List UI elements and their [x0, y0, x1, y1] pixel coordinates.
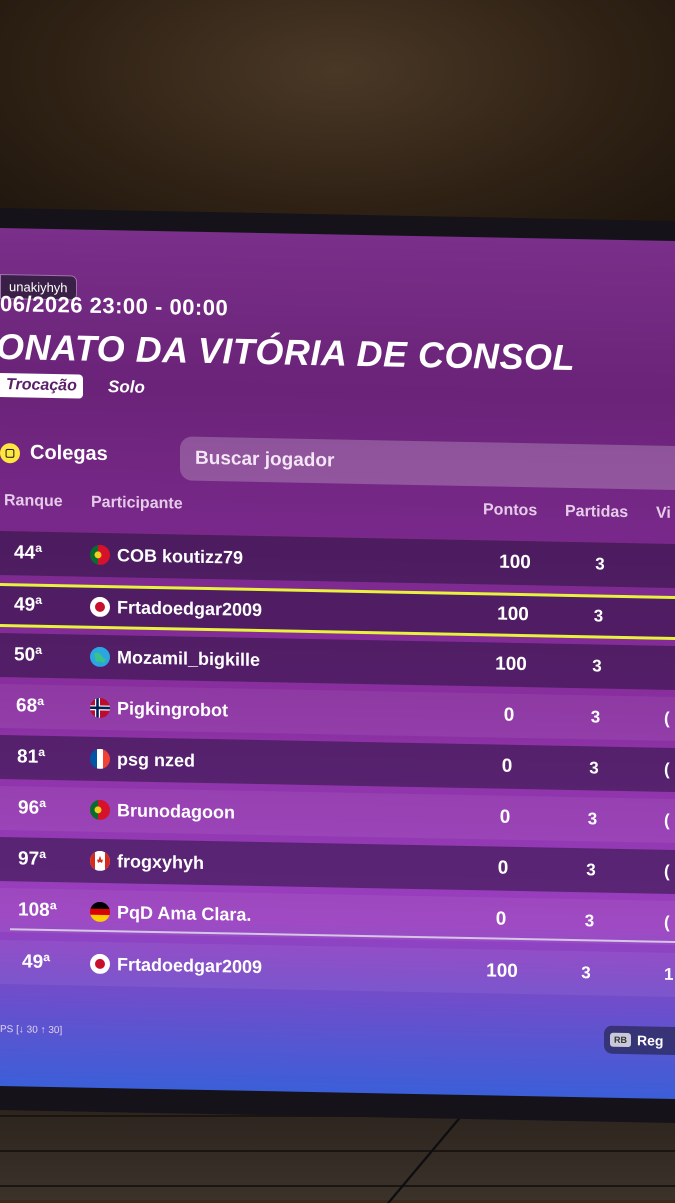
column-participant: Participante — [91, 493, 183, 513]
leaderboard-row[interactable]: 96ª Brunodagoon 0 3 ( — [0, 786, 675, 844]
mode-type: Solo — [108, 377, 145, 397]
norway-flag-icon — [90, 697, 110, 719]
row-wins: ( — [664, 759, 670, 779]
self-matches: 3 — [581, 963, 591, 983]
portugal-flag-icon — [90, 544, 110, 566]
column-rank: Ranque — [4, 492, 63, 511]
row-rank: 50ª — [14, 644, 43, 666]
row-matches: 3 — [586, 860, 596, 880]
column-points: Pontos — [483, 501, 538, 520]
row-rank: 44ª — [14, 542, 43, 564]
row-rank: 97ª — [18, 848, 47, 870]
row-wins: ( — [664, 810, 670, 830]
self-points: 100 — [486, 960, 518, 982]
self-name: Frtadoedgar2009 — [117, 953, 263, 977]
background-wall — [0, 0, 675, 235]
row-participant-name: Pigkingrobot — [117, 697, 228, 720]
row-matches: 3 — [592, 656, 602, 676]
canada-flag-icon — [90, 850, 110, 872]
rules-button-label: Reg — [637, 1032, 664, 1049]
leaderboard-row[interactable]: 108ª PqD Ama Clara. 0 3 ( — [0, 888, 675, 946]
row-participant-name: PqD Ama Clara. — [117, 901, 252, 925]
row-participant-name: frogxyhyh — [117, 850, 205, 873]
row-participant-name: psg nzed — [117, 748, 196, 771]
row-matches: 3 — [590, 707, 601, 727]
controller-key-icon: RB — [610, 1032, 631, 1048]
self-row[interactable]: 49ª Frtadoedgar2009 100 3 1 — [0, 940, 675, 998]
france-flag-icon — [90, 748, 110, 770]
row-matches: 3 — [584, 911, 595, 931]
row-matches: 3 — [587, 809, 598, 829]
row-points: 0 — [503, 704, 515, 726]
leaderboard-row[interactable]: 50ª Mozamil_bigkille 100 3 — [0, 633, 675, 691]
row-points: 0 — [499, 806, 511, 828]
leaderboard-row-self-highlight[interactable]: 49ª Frtadoedgar2009 100 3 — [0, 583, 675, 641]
row-points: 100 — [497, 603, 529, 626]
leaderboard-row[interactable]: 97ª frogxyhyh 0 3 ( — [0, 837, 675, 895]
japan-flag-icon — [90, 953, 110, 975]
japan-flag-icon — [90, 596, 110, 618]
rules-button[interactable]: RB Reg — [604, 1025, 675, 1056]
column-matches: Partidas — [565, 502, 629, 522]
circle-square-icon: ▢ — [0, 442, 20, 463]
self-wins: 1 — [664, 964, 674, 984]
leaderboard-row[interactable]: 81ª psg nzed 0 3 ( — [0, 735, 675, 793]
event-title: ONATO DA VITÓRIA DE CONSOL — [0, 325, 576, 379]
mode-badge: Trocação — [0, 373, 83, 399]
row-matches: 3 — [595, 554, 605, 574]
globe-flag-icon — [90, 646, 110, 668]
row-rank: 81ª — [17, 746, 46, 768]
row-participant-name: Frtadoedgar2009 — [117, 596, 263, 620]
event-datetime: 06/2026 23:00 - 00:00 — [0, 291, 229, 321]
leaderboard-row[interactable]: 68ª Pigkingrobot 0 3 ( — [0, 684, 675, 742]
row-participant-name: Mozamil_bigkille — [117, 646, 261, 670]
row-rank: 96ª — [18, 797, 47, 819]
germany-flag-icon — [90, 901, 110, 923]
row-points: 0 — [497, 857, 509, 879]
row-rank: 49ª — [14, 594, 43, 616]
row-rank: 108ª — [18, 899, 57, 922]
row-points: 100 — [495, 653, 527, 676]
friends-filter[interactable]: ▢ Colegas — [0, 441, 108, 466]
row-points: 100 — [499, 551, 531, 574]
portugal-flag-icon — [90, 799, 110, 821]
game-screen: unakiyhyh 06/2026 23:00 - 00:00 ONATO DA… — [0, 228, 675, 1099]
row-participant-name: Brunodagoon — [117, 799, 235, 823]
row-matches: 3 — [593, 606, 604, 626]
search-input[interactable]: Buscar jogador — [180, 436, 675, 491]
row-wins: ( — [664, 708, 670, 728]
fps-readout: PS [↓ 30 ↑ 30] — [0, 1024, 63, 1037]
column-wins: Vi — [656, 504, 671, 522]
row-points: 0 — [495, 908, 507, 930]
search-placeholder: Buscar jogador — [195, 447, 335, 472]
row-matches: 3 — [589, 758, 599, 778]
row-points: 0 — [501, 755, 513, 777]
row-wins: ( — [664, 912, 670, 932]
self-rank: 49ª — [22, 951, 51, 973]
row-wins: ( — [664, 861, 670, 881]
row-rank: 68ª — [16, 695, 45, 717]
leaderboard-row[interactable]: 44ª COB koutizz79 100 3 — [0, 531, 675, 589]
friends-label: Colegas — [30, 441, 108, 466]
row-participant-name: COB koutizz79 — [117, 544, 244, 568]
